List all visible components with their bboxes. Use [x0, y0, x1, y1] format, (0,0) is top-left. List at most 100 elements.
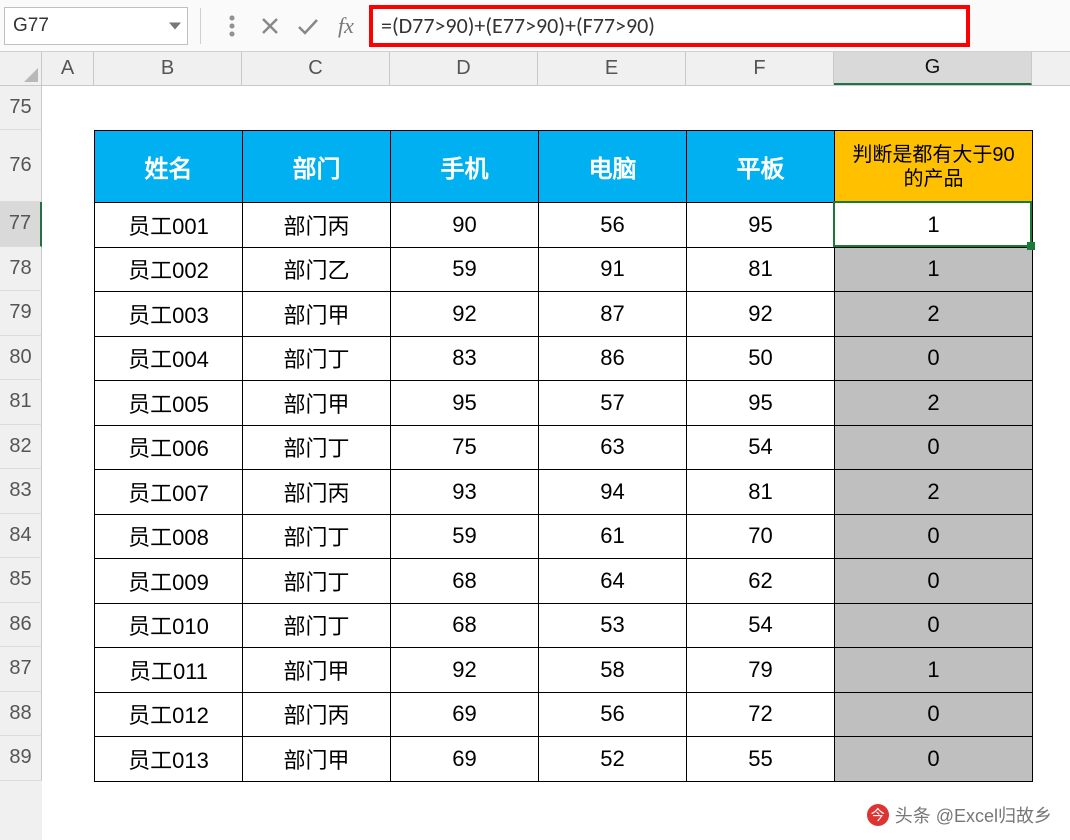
header-pc[interactable]: 电脑 — [539, 131, 687, 203]
row-head-79[interactable]: 79 — [0, 291, 42, 336]
cell-D89[interactable]: 69 — [391, 737, 539, 782]
name-box[interactable]: G77 — [4, 7, 188, 45]
cell-G84[interactable]: 0 — [835, 514, 1033, 559]
row-head-88[interactable]: 88 — [0, 692, 42, 737]
col-head-G[interactable]: G — [834, 52, 1032, 85]
cell-C81[interactable]: 部门甲 — [243, 381, 391, 426]
cell-B80[interactable]: 员工004 — [95, 336, 243, 381]
cell-G87[interactable]: 1 — [835, 648, 1033, 693]
cell-B89[interactable]: 员工013 — [95, 737, 243, 782]
cell-D77[interactable]: 90 — [391, 203, 539, 248]
cell-F82[interactable]: 54 — [687, 425, 835, 470]
cell-D84[interactable]: 59 — [391, 514, 539, 559]
row-head-83[interactable]: 83 — [0, 469, 42, 514]
cell-G81[interactable]: 2 — [835, 381, 1033, 426]
cell-F79[interactable]: 92 — [687, 292, 835, 337]
cell-C85[interactable]: 部门丁 — [243, 559, 391, 604]
cell-F77[interactable]: 95 — [687, 203, 835, 248]
cell-E87[interactable]: 58 — [539, 648, 687, 693]
fx-icon[interactable]: fx — [327, 7, 365, 45]
cell-B82[interactable]: 员工006 — [95, 425, 243, 470]
cell-D85[interactable]: 68 — [391, 559, 539, 604]
cell-G85[interactable]: 0 — [835, 559, 1033, 604]
row-head-89[interactable]: 89 — [0, 736, 42, 781]
cell-D88[interactable]: 69 — [391, 692, 539, 737]
cell-C82[interactable]: 部门丁 — [243, 425, 391, 470]
cell-F87[interactable]: 79 — [687, 648, 835, 693]
cell-C83[interactable]: 部门丙 — [243, 470, 391, 515]
row-head-87[interactable]: 87 — [0, 647, 42, 692]
col-head-E[interactable]: E — [538, 52, 686, 85]
handle-dots-icon[interactable] — [213, 7, 251, 45]
row-head-84[interactable]: 84 — [0, 514, 42, 559]
cell-E82[interactable]: 63 — [539, 425, 687, 470]
cell-G82[interactable]: 0 — [835, 425, 1033, 470]
cell-E85[interactable]: 64 — [539, 559, 687, 604]
cell-D87[interactable]: 92 — [391, 648, 539, 693]
cancel-icon[interactable] — [251, 7, 289, 45]
cell-D83[interactable]: 93 — [391, 470, 539, 515]
cell-D82[interactable]: 75 — [391, 425, 539, 470]
cell-C86[interactable]: 部门丁 — [243, 603, 391, 648]
cell-B87[interactable]: 员工011 — [95, 648, 243, 693]
cell-D81[interactable]: 95 — [391, 381, 539, 426]
header-judge[interactable]: 判断是都有大于90的产品 — [835, 131, 1033, 203]
cell-B81[interactable]: 员工005 — [95, 381, 243, 426]
cell-F84[interactable]: 70 — [687, 514, 835, 559]
cell-B86[interactable]: 员工010 — [95, 603, 243, 648]
cell-E78[interactable]: 91 — [539, 247, 687, 292]
cell-E79[interactable]: 87 — [539, 292, 687, 337]
row-head-81[interactable]: 81 — [0, 380, 42, 425]
confirm-icon[interactable] — [289, 7, 327, 45]
row-head-86[interactable]: 86 — [0, 603, 42, 648]
cell-C88[interactable]: 部门丙 — [243, 692, 391, 737]
col-head-C[interactable]: C — [242, 52, 390, 85]
cell-E83[interactable]: 94 — [539, 470, 687, 515]
formula-input[interactable]: =(D77>90)+(E77>90)+(F77>90) — [369, 5, 970, 47]
row-head-85[interactable]: 85 — [0, 558, 42, 603]
cell-B83[interactable]: 员工007 — [95, 470, 243, 515]
cell-D78[interactable]: 59 — [391, 247, 539, 292]
cell-G86[interactable]: 0 — [835, 603, 1033, 648]
cell-E81[interactable]: 57 — [539, 381, 687, 426]
cell-B84[interactable]: 员工008 — [95, 514, 243, 559]
cell-E86[interactable]: 53 — [539, 603, 687, 648]
row-head-75[interactable]: 75 — [0, 86, 42, 130]
cell-E80[interactable]: 86 — [539, 336, 687, 381]
col-head-F[interactable]: F — [686, 52, 834, 85]
cell-G78[interactable]: 1 — [835, 247, 1033, 292]
cell-E77[interactable]: 56 — [539, 203, 687, 248]
cell-C78[interactable]: 部门乙 — [243, 247, 391, 292]
header-dept[interactable]: 部门 — [243, 131, 391, 203]
cell-F81[interactable]: 95 — [687, 381, 835, 426]
cell-G83[interactable]: 2 — [835, 470, 1033, 515]
cell-B79[interactable]: 员工003 — [95, 292, 243, 337]
col-head-B[interactable]: B — [94, 52, 242, 85]
cell-F86[interactable]: 54 — [687, 603, 835, 648]
row-head-76[interactable]: 76 — [0, 130, 42, 202]
cell-B77[interactable]: 员工001 — [95, 203, 243, 248]
cell-F89[interactable]: 55 — [687, 737, 835, 782]
cell-F78[interactable]: 81 — [687, 247, 835, 292]
cell-F80[interactable]: 50 — [687, 336, 835, 381]
cell-D79[interactable]: 92 — [391, 292, 539, 337]
cell-G89[interactable]: 0 — [835, 737, 1033, 782]
row-head-82[interactable]: 82 — [0, 425, 42, 470]
cell-B78[interactable]: 员工002 — [95, 247, 243, 292]
cell-G79[interactable]: 2 — [835, 292, 1033, 337]
cell-C89[interactable]: 部门甲 — [243, 737, 391, 782]
cell-E88[interactable]: 56 — [539, 692, 687, 737]
cell-D80[interactable]: 83 — [391, 336, 539, 381]
col-head-D[interactable]: D — [390, 52, 538, 85]
row-head-80[interactable]: 80 — [0, 336, 42, 381]
col-head-A[interactable]: A — [42, 52, 94, 85]
cell-C87[interactable]: 部门甲 — [243, 648, 391, 693]
cell-F85[interactable]: 62 — [687, 559, 835, 604]
cell-B88[interactable]: 员工012 — [95, 692, 243, 737]
chevron-down-icon[interactable] — [169, 22, 181, 29]
cells-area[interactable]: 姓名部门手机电脑平板判断是都有大于90的产品员工001部门丙9056951员工0… — [42, 86, 1070, 840]
cell-E89[interactable]: 52 — [539, 737, 687, 782]
cell-F83[interactable]: 81 — [687, 470, 835, 515]
cell-D86[interactable]: 68 — [391, 603, 539, 648]
select-all-button[interactable] — [0, 52, 42, 85]
